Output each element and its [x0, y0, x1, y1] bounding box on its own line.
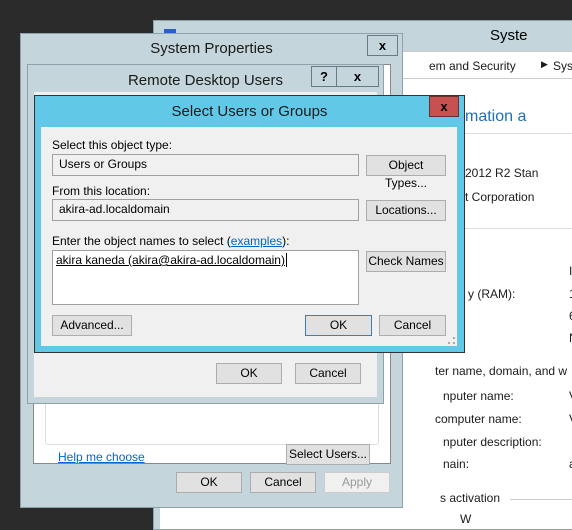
ok-button[interactable]: OK [216, 363, 282, 384]
name-label: nputer description: [443, 435, 542, 449]
name-label: nputer name: [443, 389, 514, 403]
close-button[interactable]: x [429, 96, 459, 117]
cancel-button[interactable]: Cancel [250, 472, 316, 493]
object-names-label: Enter the object names to select (exampl… [52, 234, 289, 248]
help-me-choose-link[interactable]: Help me choose [58, 450, 145, 464]
copyright-text: t Corporation [465, 190, 535, 204]
help-button[interactable]: ? [311, 66, 337, 87]
edition-text: 2012 R2 Stan [465, 166, 539, 180]
resolved-name: akira kaneda (akira@akira-ad.localdomain… [56, 253, 287, 267]
select-users-dialog: Select Users or Groups x Select this obj… [34, 95, 465, 353]
spec-label: y (RAM): [468, 287, 516, 301]
breadcrumb-item[interactable]: Syste [553, 59, 572, 73]
page-heading: mation a [465, 108, 527, 125]
locations-button[interactable]: Locations... [366, 200, 446, 221]
ok-button[interactable]: OK [176, 472, 242, 493]
breadcrumb-item[interactable]: em and Security [429, 59, 516, 73]
select-users-button[interactable]: Select Users... [286, 444, 370, 465]
ok-button[interactable]: OK [305, 315, 372, 336]
resize-grip-icon[interactable] [448, 337, 455, 344]
system-window-title: Syste [490, 27, 528, 44]
system-properties-title: System Properties [150, 40, 273, 57]
object-type-field: Users or Groups [52, 154, 359, 176]
object-type-label: Select this object type: [52, 138, 173, 152]
close-button[interactable]: x [336, 66, 379, 87]
location-label: From this location: [52, 184, 151, 198]
apply-button: Apply [324, 472, 390, 493]
close-button[interactable]: x [367, 35, 398, 56]
examples-link[interactable]: examples [231, 234, 282, 248]
advanced-button[interactable]: Advanced... [52, 315, 132, 336]
object-types-button[interactable]: Object Types... [366, 155, 446, 190]
breadcrumb-arrow-icon: ▶ [541, 59, 548, 69]
section-heading: ter name, domain, and w [435, 364, 568, 378]
name-label: computer name: [435, 412, 522, 426]
name-label: nain: [443, 457, 470, 471]
cancel-button[interactable]: Cancel [295, 363, 361, 384]
activation-heading: s activation [440, 491, 501, 505]
select-users-title: Select Users or Groups [171, 103, 328, 120]
cancel-button[interactable]: Cancel [379, 315, 446, 336]
label-text: Enter the object names to select ( [52, 234, 231, 248]
check-names-button[interactable]: Check Names [366, 251, 446, 272]
object-names-input[interactable]: akira kaneda (akira@akira-ad.localdomain… [52, 250, 359, 305]
dialog-body: Select this object type: Users or Groups… [41, 127, 457, 346]
activation-text: W [460, 512, 472, 526]
label-text: ): [282, 234, 290, 248]
location-field: akira-ad.localdomain [52, 199, 359, 221]
